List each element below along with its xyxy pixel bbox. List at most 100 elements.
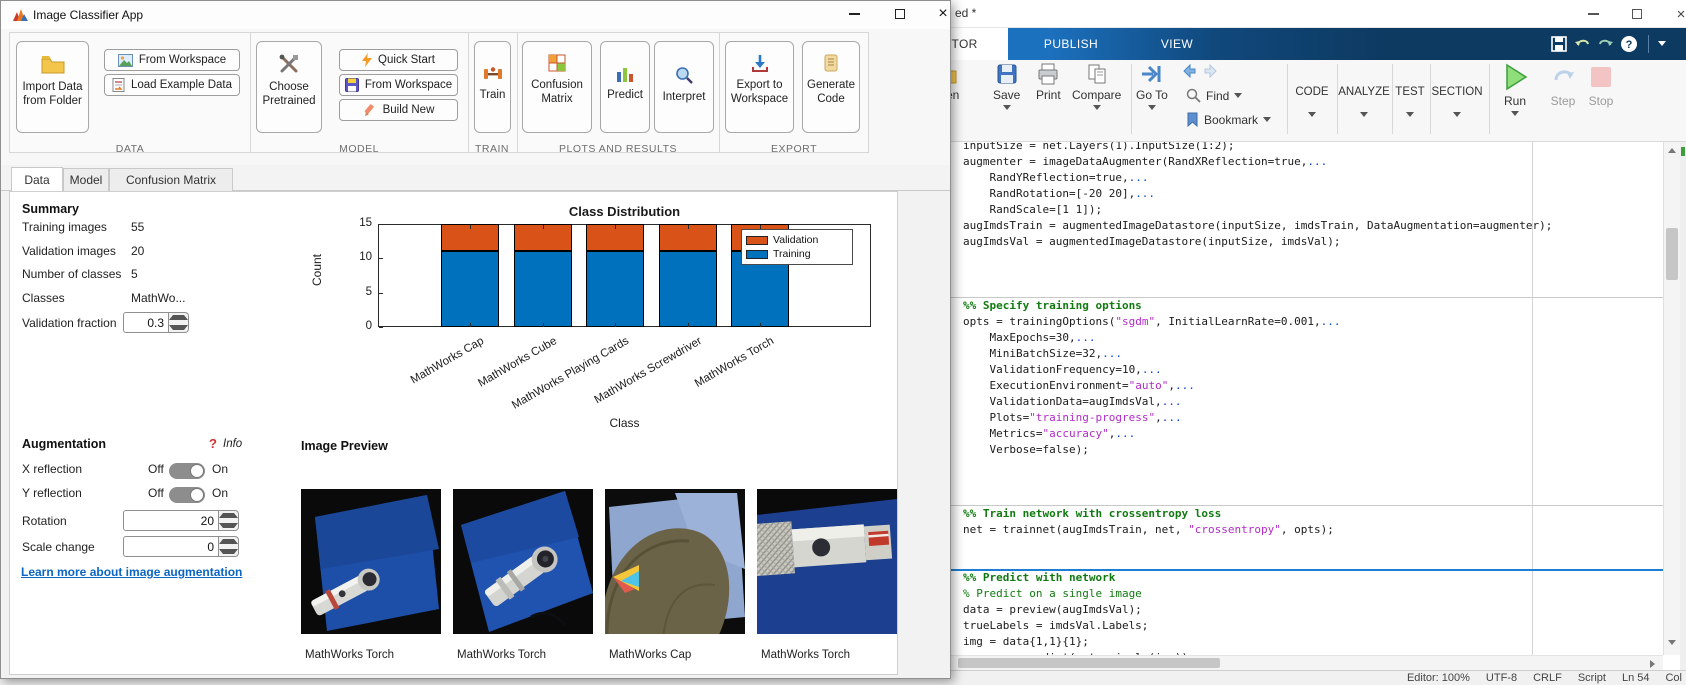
tab-data[interactable]: Data [11, 167, 63, 191]
export-to-workspace-button[interactable]: Export to Workspace [725, 41, 794, 133]
app-minimize-button[interactable] [839, 4, 869, 24]
code-line: augImdsTrain = augmentedImageDatastore(i… [963, 218, 1552, 234]
from-workspace-model-button[interactable]: From Workspace [339, 74, 458, 96]
y-tick-label: 15 [348, 217, 372, 229]
save-button[interactable]: Save [993, 62, 1020, 110]
tab-publish[interactable]: PUBLISH [1026, 28, 1116, 60]
rotation-value[interactable]: 20 [123, 510, 219, 531]
bookmark-button[interactable]: Bookmark [1186, 112, 1271, 127]
app-maximize-button[interactable] [885, 4, 915, 24]
code-line: augmenter = imageDataAugmenter(RandXRefl… [963, 154, 1327, 170]
horizontal-scrollbar[interactable] [900, 655, 1663, 670]
code-editor[interactable]: inputSize = net.Layers(1).InputSize(1:2)… [900, 142, 1663, 655]
toolbar-separator [1131, 64, 1132, 134]
code-line: MiniBatchSize=32,... [963, 346, 1122, 362]
tab-model[interactable]: Model [63, 168, 109, 191]
rotation-spinner[interactable]: 20 [123, 510, 239, 531]
disk-icon [345, 78, 359, 92]
load-example-data-button[interactable]: Load Example Data [104, 74, 240, 96]
tab-confusion-matrix[interactable]: Confusion Matrix [109, 168, 233, 191]
scroll-up-icon[interactable] [1668, 148, 1676, 153]
tab-view[interactable]: VIEW [1134, 28, 1220, 60]
scroll-icon [823, 54, 839, 72]
qat-menu-caret[interactable] [1658, 41, 1666, 46]
y-reflection-off-label: Off [148, 486, 164, 500]
validation-fraction-value[interactable]: 0.3 [123, 312, 169, 333]
scale-change-spinner[interactable]: 0 [123, 536, 239, 557]
x-tick [615, 323, 616, 327]
forward-arrow-icon[interactable] [1203, 64, 1219, 78]
train-button[interactable]: Train [474, 41, 511, 133]
run-button[interactable]: Run [1500, 62, 1530, 116]
build-new-button[interactable]: Build New [339, 99, 458, 121]
vertical-scrollbar[interactable] [1663, 142, 1680, 655]
code-line: %% Specify training options [963, 298, 1142, 314]
y-reflection-toggle[interactable] [169, 487, 205, 503]
app-titlebar[interactable]: Image Classifier App × [1, 1, 950, 29]
chart-legend: ValidationTraining [741, 229, 853, 265]
analyze-gallery[interactable]: ANALYZE [1336, 86, 1392, 117]
test-gallery[interactable]: TEST [1390, 86, 1430, 117]
redo-icon[interactable] [1596, 35, 1614, 53]
x-reflection-toggle[interactable] [169, 463, 205, 479]
editor-minimize-button[interactable] [1578, 4, 1608, 24]
scroll-down-icon[interactable] [1668, 640, 1676, 645]
spin-up-icon[interactable] [219, 511, 238, 521]
import-data-button[interactable]: Import Data from Folder [16, 41, 89, 133]
validation-fraction-spinner[interactable]: 0.3 [123, 312, 189, 333]
spin-up-icon[interactable] [219, 537, 238, 547]
choose-pretrained-button[interactable]: Choose Pretrained [256, 41, 322, 133]
quick-start-button[interactable]: Quick Start [339, 49, 458, 71]
code-gallery[interactable]: CODE [1287, 86, 1337, 117]
compare-caret [1093, 105, 1101, 110]
from-workspace-data-button[interactable]: From Workspace [104, 49, 240, 71]
y-reflection-label: Y reflection [22, 486, 82, 500]
spin-up-icon[interactable] [169, 313, 188, 323]
scroll-right-icon[interactable] [1650, 660, 1655, 668]
horizontal-scrollbar-thumb[interactable] [958, 658, 1220, 668]
interpret-button[interactable]: Interpret [654, 41, 714, 133]
goto-button[interactable]: Go To [1136, 62, 1168, 110]
editor-close-button[interactable]: × [1666, 4, 1686, 24]
spin-down-icon[interactable] [169, 323, 188, 333]
minimize-icon [849, 13, 860, 15]
vertical-scrollbar-thumb[interactable] [1666, 228, 1678, 280]
augmentation-help-icon[interactable]: ? [209, 436, 217, 451]
y-tick-label: 0 [348, 320, 372, 332]
code-analyzer-strip [1680, 142, 1686, 670]
back-arrow-icon[interactable] [1181, 64, 1197, 78]
predict-button[interactable]: Predict [600, 41, 650, 133]
minimize-icon [1588, 13, 1599, 15]
spin-down-icon[interactable] [219, 521, 238, 531]
editor-title-fragment: ed * [955, 6, 976, 20]
code-line: trueLabels = imdsVal.Labels; [963, 618, 1148, 634]
code-caret [1308, 112, 1316, 117]
app-close-button[interactable]: × [928, 4, 958, 24]
step-button[interactable]: Step [1548, 62, 1578, 108]
export-arrow-icon [751, 54, 769, 72]
code-line: RandYReflection=true,... [963, 170, 1148, 186]
spin-down-icon[interactable] [219, 547, 238, 557]
print-button[interactable]: Print [1036, 62, 1061, 102]
generate-code-button[interactable]: Generate Code [802, 41, 860, 133]
screen: ed * × EDITOR PUBLISH VIEW ? Open [0, 0, 1686, 685]
goto-caret [1148, 105, 1156, 110]
save-icon[interactable] [1550, 35, 1568, 53]
dumbbell-icon [483, 66, 503, 82]
editor-maximize-button[interactable] [1622, 4, 1652, 24]
scale-change-value[interactable]: 0 [123, 536, 219, 557]
code-line: ValidationData=augImdsVal,... [963, 394, 1182, 410]
section-gallery[interactable]: SECTION [1428, 86, 1486, 117]
compare-button[interactable]: Compare [1072, 62, 1121, 110]
x-tick [470, 323, 471, 327]
augmentation-learn-more-link[interactable]: Learn more about image augmentation [21, 565, 242, 579]
augmentation-info-label[interactable]: Info [223, 438, 242, 450]
app-title: Image Classifier App [33, 8, 143, 22]
find-button[interactable]: Find [1186, 88, 1242, 103]
help-icon[interactable]: ? [1620, 35, 1638, 53]
undo-icon[interactable] [1574, 35, 1592, 53]
stop-button[interactable]: Stop [1586, 62, 1616, 108]
code-line: Verbose=false); [963, 442, 1089, 458]
code-line: img = data{1,1}{1}; [963, 634, 1089, 650]
confusion-matrix-button[interactable]: Confusion Matrix [522, 41, 592, 133]
